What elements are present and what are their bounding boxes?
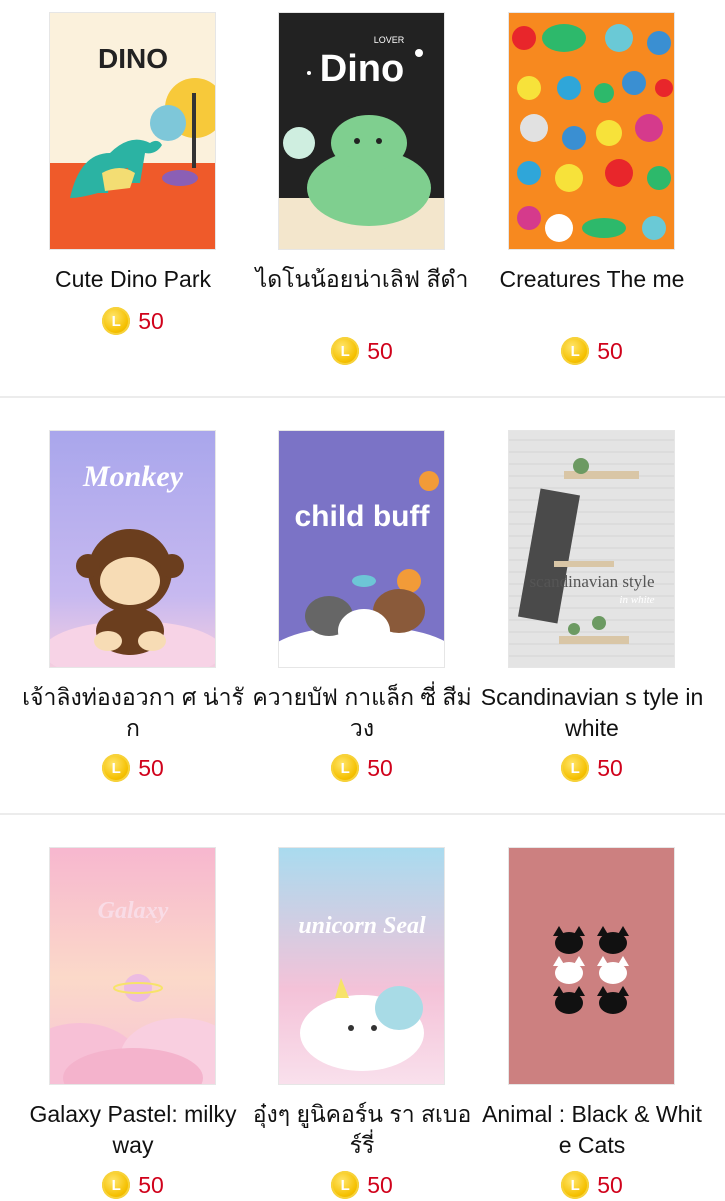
theme-row-1: DINO Cute Dino Park L 50 Dino LOVER ไดโน…	[0, 0, 725, 398]
theme-thumbnail[interactable]: DINO	[49, 12, 216, 250]
theme-title: Scandinavian s tyle in white	[480, 684, 704, 741]
coin-icon: L	[561, 754, 590, 782]
theme-price: L 50	[18, 305, 248, 337]
price-value: 50	[138, 1171, 164, 1198]
theme-thumbnail[interactable]: child buff	[278, 430, 445, 668]
cover-text: Galaxy	[98, 898, 169, 924]
price-value: 50	[367, 337, 393, 364]
theme-title: Creatures The me	[499, 266, 685, 292]
theme-item-bw-cats[interactable]: Animal : Black & White Cats L 50	[477, 815, 707, 1200]
theme-title: อุ๋งๆ ยูนิคอร์น รา สเบอร์รี่	[252, 1101, 472, 1158]
price-value: 50	[138, 307, 164, 334]
cat-icon-2	[597, 926, 629, 954]
coin-icon: L	[561, 337, 590, 365]
cat-icon-6	[597, 986, 629, 1014]
theme-price: L 50	[247, 335, 477, 367]
theme-thumbnail[interactable]: scandinavian style in white	[508, 430, 675, 668]
cover-text: Monkey	[82, 460, 184, 493]
theme-item-buff-purple[interactable]: child buff ควายบัฟ กาแล็ก ซี่ สีม่วง L 5…	[247, 398, 477, 815]
price-value: 50	[597, 1171, 623, 1198]
cover-text: scandinavian style	[529, 572, 654, 591]
price-value: 50	[367, 754, 393, 781]
theme-title: เจ้าลิงท่องอวกา ศ น่ารัก	[22, 684, 244, 741]
theme-price: L 50	[247, 1169, 477, 1201]
cover-subtext: in white	[619, 594, 654, 606]
theme-row-2: Monkey เจ้าลิงท่องอวกา ศ น่ารัก L 50 chi…	[0, 398, 725, 815]
theme-item-unicorn-seal[interactable]: unicorn Seal อุ๋งๆ ยูนิคอร์น รา สเบอร์รี…	[247, 815, 477, 1200]
cat-icon-1	[553, 926, 585, 954]
coin-icon: L	[331, 754, 360, 782]
theme-price: L 50	[247, 752, 477, 784]
coin-icon: L	[331, 337, 360, 365]
theme-price: L 50	[477, 335, 707, 367]
cover-text: unicorn Seal	[298, 913, 426, 939]
coin-icon: L	[102, 1171, 131, 1199]
price-value: 50	[597, 337, 623, 364]
coin-icon: L	[561, 1171, 590, 1199]
cover-subtext: LOVER	[374, 35, 405, 45]
theme-price: L 50	[18, 1169, 248, 1201]
theme-price: L 50	[18, 752, 248, 784]
theme-thumbnail[interactable]	[508, 847, 675, 1085]
theme-title: ควายบัฟ กาแล็ก ซี่ สีม่วง	[252, 684, 472, 741]
theme-title: Galaxy Pastel: milky way	[29, 1101, 237, 1158]
cover-text: child buff	[295, 500, 431, 533]
theme-thumbnail[interactable]: Galaxy	[49, 847, 216, 1085]
theme-thumbnail[interactable]	[508, 12, 675, 250]
theme-thumbnail[interactable]: Monkey	[49, 430, 216, 668]
price-value: 50	[367, 1171, 393, 1198]
price-value: 50	[138, 754, 164, 781]
cover-text: Dino	[320, 48, 404, 90]
theme-title: Animal : Black & White Cats	[482, 1101, 702, 1158]
theme-item-dino-black[interactable]: Dino LOVER ไดโนน้อยน่าเลิฟ สีดำ L 50	[247, 0, 477, 398]
cat-icon-5	[553, 986, 585, 1014]
cover-text: DINO	[98, 43, 168, 74]
theme-title: Cute Dino Park	[55, 266, 211, 292]
cat-icon-4	[597, 956, 629, 984]
theme-title: ไดโนน้อยน่าเลิฟ สีดำ	[255, 266, 469, 292]
theme-item-cute-dino-park[interactable]: DINO Cute Dino Park L 50	[18, 0, 248, 398]
theme-row-3: Galaxy Galaxy Pastel: milky way L 50 uni…	[0, 815, 725, 1200]
theme-price: L 50	[477, 1169, 707, 1201]
theme-item-galaxy-pastel[interactable]: Galaxy Galaxy Pastel: milky way L 50	[18, 815, 248, 1200]
coin-icon: L	[102, 754, 131, 782]
cat-icon-3	[553, 956, 585, 984]
theme-thumbnail[interactable]: unicorn Seal	[278, 847, 445, 1085]
theme-item-scandinavian[interactable]: scandinavian style in white Scandinavian…	[477, 398, 707, 815]
price-value: 50	[597, 754, 623, 781]
theme-item-creatures[interactable]: Creatures The me L 50	[477, 0, 707, 398]
theme-price: L 50	[477, 752, 707, 784]
theme-item-monkey[interactable]: Monkey เจ้าลิงท่องอวกา ศ น่ารัก L 50	[18, 398, 248, 815]
coin-icon: L	[102, 307, 131, 335]
coin-icon: L	[331, 1171, 360, 1199]
theme-thumbnail[interactable]: Dino LOVER	[278, 12, 445, 250]
